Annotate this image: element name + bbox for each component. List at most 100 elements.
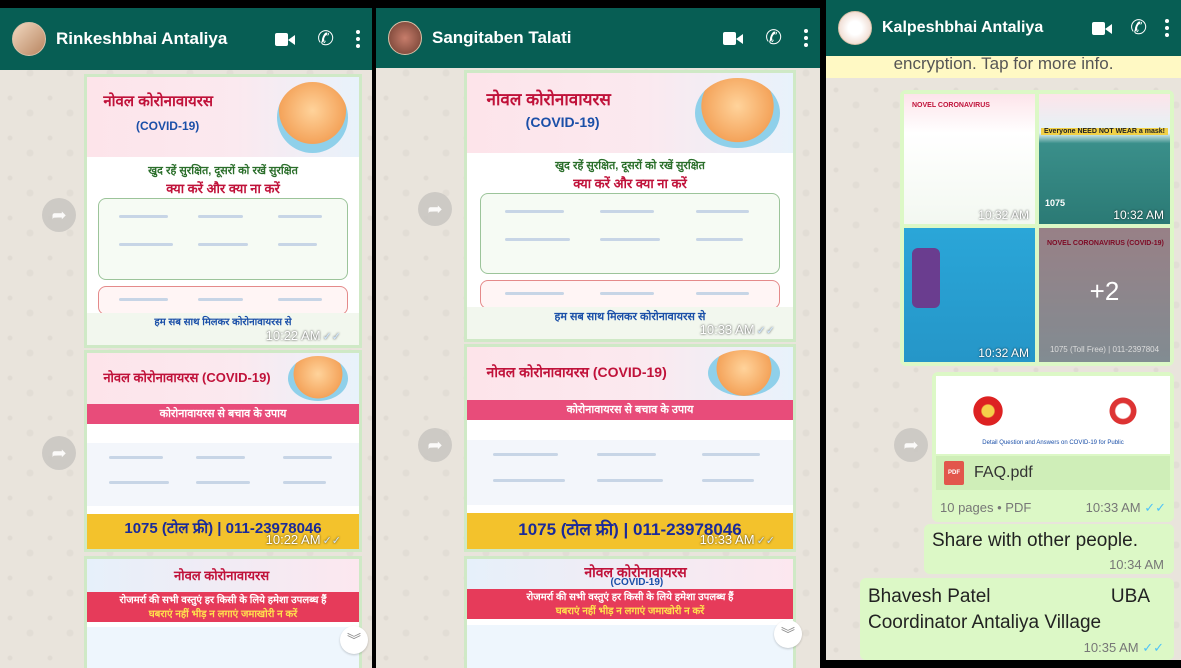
chat-header: Sangitaben Talati ✆ xyxy=(376,8,820,68)
avatar[interactable] xyxy=(388,21,422,55)
poster-subtitle: (COVID-19) xyxy=(610,576,664,588)
contact-name[interactable]: Kalpeshbhai Antaliya xyxy=(882,19,1092,37)
image-message[interactable]: नोवल कोरोनावायरस (COVID-19) खुद रहें सुर… xyxy=(84,74,362,348)
avatar[interactable] xyxy=(838,11,872,45)
pdf-filename: FAQ.pdf xyxy=(974,464,1033,481)
poster-band: कोरोनावायरस से बचाव के उपाय xyxy=(87,403,359,424)
image-album-message[interactable]: NOVEL CORONAVIRUS 10:32 AM Everyone NEED… xyxy=(900,90,1174,366)
dos-panel xyxy=(480,192,780,275)
pdf-meta: 10 pages • PDF xyxy=(940,500,1032,515)
thumbnail-title: NOVEL CORONAVIRUS xyxy=(912,102,990,109)
poster-title: नोवल कोरोनावायरस (COVID-19) xyxy=(103,370,271,386)
family-illustration xyxy=(288,356,349,401)
voice-call-icon[interactable]: ✆ xyxy=(317,29,334,49)
illustration-area xyxy=(87,626,359,668)
chat-panel-rinkeshbhai: Rinkeshbhai Antaliya ✆ ➦ नोवल कोरोनावायर… xyxy=(0,8,372,668)
tips-panel xyxy=(87,443,359,506)
more-options-icon[interactable] xyxy=(1165,19,1169,37)
poster-band-line1: रोजमर्रा की सभी वस्तुएं हर किसी के लिये … xyxy=(526,592,734,604)
image-message[interactable]: नोवल कोरोनावायरस रोजमर्रा की सभी वस्तुएं… xyxy=(84,556,362,668)
poster-title: नोवल कोरोनावायरस xyxy=(103,93,214,111)
scroll-down-button[interactable]: ︾ xyxy=(774,620,802,648)
album-thumbnail[interactable]: NOVEL CORONAVIRUS 10:32 AM xyxy=(902,92,1037,226)
thumbnail-title: Everyone NEED NOT WEAR a mask! xyxy=(1041,128,1168,135)
tips-panel xyxy=(467,439,793,505)
video-call-icon[interactable] xyxy=(723,31,744,45)
illustration-area xyxy=(467,624,793,668)
message-text-line1-left: Bhavesh Patel xyxy=(868,586,991,607)
more-images-count[interactable]: +2 xyxy=(1039,276,1170,307)
more-options-icon[interactable] xyxy=(804,29,808,47)
chat-panel-sangitaben: Sangitaben Talati ✆ ➦ नोवल कोरोनावायरस (… xyxy=(376,8,820,668)
thumbnail-helpline: 1075 xyxy=(1045,198,1066,208)
more-options-icon[interactable] xyxy=(356,30,360,48)
album-thumbnail[interactable]: 10:32 AM xyxy=(902,226,1037,364)
forward-icon[interactable]: ➦ xyxy=(42,436,76,470)
poster-title: नोवल कोरोनावायरस (COVID-19) xyxy=(486,363,667,380)
poster-tagline: खुद रहें सुरक्षित, दूसरों को रखें सुरक्ष… xyxy=(555,160,705,173)
donts-panel xyxy=(97,286,349,315)
chat-header: Kalpeshbhai Antaliya ✆ xyxy=(826,0,1181,56)
document-message[interactable]: Detail Question and Answers on COVID-19 … xyxy=(932,372,1174,522)
donts-panel xyxy=(480,280,780,310)
forward-icon[interactable]: ➦ xyxy=(42,198,76,232)
voice-call-icon[interactable]: ✆ xyxy=(1130,18,1147,38)
poster-band-line2: घबराएं नहीं भीड़ न लगाएं जमाखोरी न करें xyxy=(555,606,705,618)
message-text: Share with other people. xyxy=(932,530,1138,551)
message-time: 10:22 AM ✓✓ xyxy=(265,532,341,547)
pdf-preview[interactable]: Detail Question and Answers on COVID-19 … xyxy=(936,376,1170,454)
pdf-preview-caption: Detail Question and Answers on COVID-19 … xyxy=(982,440,1124,446)
text-message[interactable]: Share with other people. 10:34 AM xyxy=(924,524,1174,574)
message-text-line1-right: UBA xyxy=(1110,586,1150,607)
message-time: 10:35 AM ✓✓ xyxy=(1083,640,1164,655)
video-call-icon[interactable] xyxy=(1092,21,1113,35)
chat-header: Rinkeshbhai Antaliya ✆ xyxy=(0,8,372,70)
video-call-icon[interactable] xyxy=(275,32,296,46)
thumbnail-helpline: 1075 (Toll Free) | 011-2397804 xyxy=(1049,345,1160,354)
poster-band: रोजमर्रा की सभी वस्तुएं हर किसी के लिये … xyxy=(87,591,359,622)
image-message[interactable]: नोवल कोरोनावायरस (COVID-19) रोजमर्रा की … xyxy=(464,556,796,668)
poster-band-line2: घबराएं नहीं भीड़ न लगाएं जमाखोरी न करें xyxy=(148,608,298,620)
poster-band: रोजमर्रा की सभी वस्तुएं हर किसी के लिये … xyxy=(467,589,793,620)
message-time: 10:34 AM xyxy=(1109,557,1164,572)
scroll-down-button[interactable]: ︾ xyxy=(340,626,368,654)
image-message[interactable]: नोवल कोरोनावायरस (COVID-19) कोरोनावायरस … xyxy=(464,344,796,552)
image-message[interactable]: नोवल कोरोनावायरस (COVID-19) कोरोनावायरस … xyxy=(84,350,362,552)
forward-icon[interactable]: ➦ xyxy=(418,192,452,226)
karnataka-emblem-icon xyxy=(971,394,1005,428)
forward-icon[interactable]: ➦ xyxy=(894,428,928,462)
chat-panel-kalpeshbhai: Kalpeshbhai Antaliya ✆ encryption. Tap f… xyxy=(826,0,1181,660)
voice-call-icon[interactable]: ✆ xyxy=(765,28,782,48)
dos-panel xyxy=(97,197,349,280)
poster-dos-heading: क्या करें और क्या ना करें xyxy=(166,180,280,196)
pdf-file-row[interactable]: PDF FAQ.pdf xyxy=(936,456,1170,490)
text-message[interactable]: Bhavesh Patel UBA Coordinator Antaliya V… xyxy=(860,578,1174,660)
poster-title: नोवल कोरोनावायरस xyxy=(174,568,270,584)
forward-icon[interactable]: ➦ xyxy=(418,428,452,462)
poster-subtitle: (COVID-19) xyxy=(135,118,200,133)
message-time: 10:22 AM ✓✓ xyxy=(265,328,341,343)
poster-tagline: खुद रहें सुरक्षित, दूसरों को रखें सुरक्ष… xyxy=(148,164,298,177)
family-illustration xyxy=(695,77,780,148)
album-thumbnail[interactable]: Everyone NEED NOT WEAR a mask! 1075 10:3… xyxy=(1037,92,1172,226)
message-time: 10:33 AM ✓✓ xyxy=(1085,500,1166,515)
poster-dos-heading: क्या करें और क्या ना करें xyxy=(573,176,687,192)
avatar[interactable] xyxy=(12,22,46,56)
contact-name[interactable]: Sangitaben Talati xyxy=(432,28,723,48)
poster-band-line1: रोजमर्रा की सभी वस्तुएं हर किसी के लिये … xyxy=(119,594,327,606)
poster-title: नोवल कोरोनावायरस xyxy=(486,90,611,110)
poster-subtitle: (COVID-19) xyxy=(525,114,600,131)
message-time: 10:32 AM xyxy=(978,346,1029,360)
traveler-illustration xyxy=(912,248,940,308)
health-mission-logo-icon xyxy=(1106,394,1140,428)
family-illustration xyxy=(708,350,780,397)
pdf-file-icon: PDF xyxy=(944,461,964,485)
family-illustration xyxy=(277,81,349,153)
message-time: 10:32 AM xyxy=(978,208,1029,222)
message-time: 10:33 AM ✓✓ xyxy=(699,322,775,337)
image-message[interactable]: नोवल कोरोनावायरस (COVID-19) खुद रहें सुर… xyxy=(464,70,796,342)
contact-name[interactable]: Rinkeshbhai Antaliya xyxy=(56,29,275,49)
poster-band: कोरोनावायरस से बचाव के उपाय xyxy=(467,399,793,420)
message-time: 10:33 AM ✓✓ xyxy=(699,532,775,547)
album-thumbnail[interactable]: NOVEL CORONAVIRUS (COVID-19) +2 1075 (To… xyxy=(1037,226,1172,364)
